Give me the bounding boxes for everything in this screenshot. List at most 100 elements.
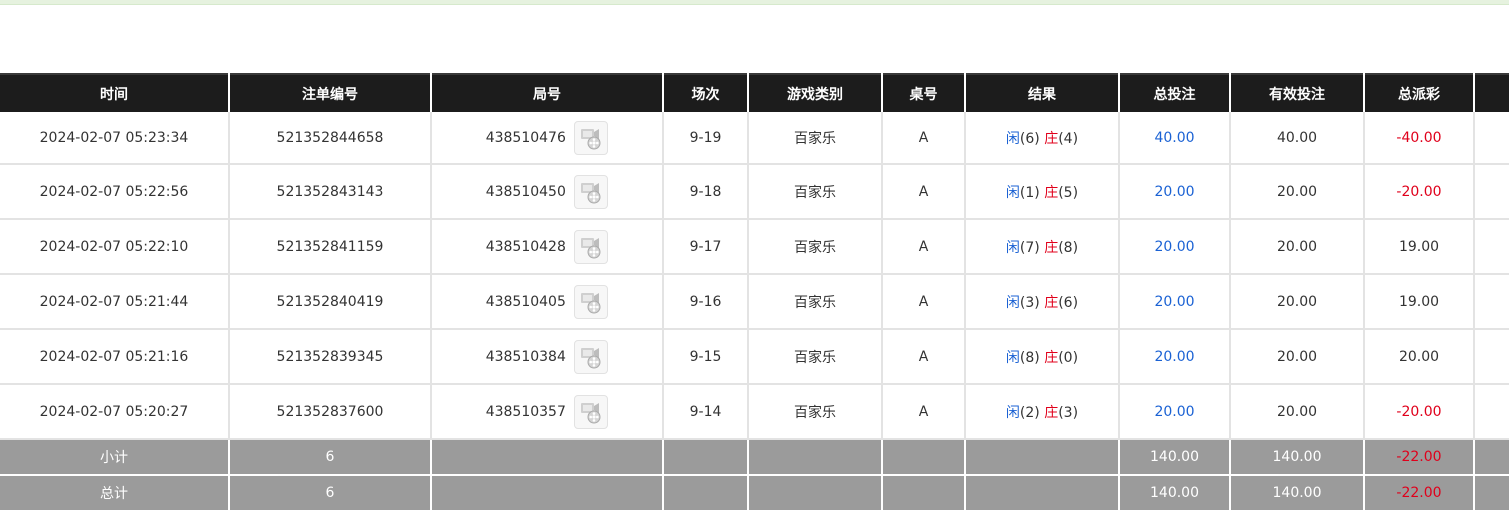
- video-replay-icon[interactable]: [574, 394, 609, 429]
- header-game-type: 游戏类别: [748, 73, 883, 112]
- cell-result: 闲(1) 庄(5): [965, 164, 1120, 220]
- table-row: 2024-02-07 05:22:10 521352841159 4385104…: [0, 219, 1509, 275]
- grand-total-empty: [1474, 475, 1509, 512]
- result-banker-label: 庄: [1044, 349, 1059, 366]
- subtotal-empty: [663, 439, 749, 476]
- cell-bet-id: 521352843143: [229, 164, 432, 220]
- subtotal-total-bet: 140.00: [1119, 439, 1231, 476]
- subtotal-row: 小计 6 140.00 140.00 -22.00: [0, 439, 1509, 476]
- cell-extra: [1474, 329, 1509, 385]
- cell-valid-bet: 20.00: [1230, 274, 1365, 330]
- video-replay-icon-graphic: [581, 237, 601, 258]
- cell-payout: 20.00: [1364, 329, 1475, 385]
- cell-game-type: 百家乐: [748, 274, 883, 330]
- cell-result: 闲(3) 庄(6): [965, 274, 1120, 330]
- cell-game-type: 百家乐: [748, 164, 883, 220]
- round-number: 438510384: [485, 348, 566, 365]
- cell-payout: -20.00: [1364, 164, 1475, 220]
- cell-valid-bet: 20.00: [1230, 384, 1365, 440]
- grand-total-label: 总计: [0, 475, 230, 512]
- header-valid-bet: 有效投注: [1230, 73, 1365, 112]
- cell-valid-bet: 20.00: [1230, 164, 1365, 220]
- grand-total-empty: [431, 475, 664, 512]
- video-replay-icon[interactable]: [574, 120, 609, 155]
- cell-time: 2024-02-07 05:23:34: [0, 112, 230, 165]
- grand-total-total-bet: 140.00: [1119, 475, 1231, 512]
- video-replay-icon-graphic: [581, 292, 601, 313]
- subtotal-empty: [965, 439, 1120, 476]
- video-replay-icon[interactable]: [574, 284, 609, 319]
- cell-bet-id: 521352841159: [229, 219, 432, 275]
- cell-shoe: 9-15: [663, 329, 749, 385]
- cell-round: 438510357: [431, 384, 664, 440]
- grand-total-empty: [748, 475, 883, 512]
- result-player-label: 闲: [1005, 404, 1020, 421]
- cell-payout: -20.00: [1364, 384, 1475, 440]
- grand-total-row: 总计 6 140.00 140.00 -22.00: [0, 475, 1509, 512]
- table-row: 2024-02-07 05:21:44 521352840419 4385104…: [0, 274, 1509, 330]
- cell-bet-id: 521352839345: [229, 329, 432, 385]
- cell-table-no: A: [882, 329, 966, 385]
- cell-total-bet: 20.00: [1119, 164, 1231, 220]
- cell-extra: [1474, 219, 1509, 275]
- cell-extra: [1474, 274, 1509, 330]
- result-player-score: (8): [1019, 349, 1040, 366]
- cell-total-bet: 20.00: [1119, 329, 1231, 385]
- grand-total-valid-bet: 140.00: [1230, 475, 1365, 512]
- round-number: 438510428: [485, 238, 566, 255]
- result-banker-label: 庄: [1044, 239, 1059, 256]
- video-replay-icon[interactable]: [574, 229, 609, 264]
- table-row: 2024-02-07 05:22:56 521352843143 4385104…: [0, 164, 1509, 220]
- cell-shoe: 9-14: [663, 384, 749, 440]
- result-player-label: 闲: [1005, 294, 1020, 311]
- cell-valid-bet: 20.00: [1230, 219, 1365, 275]
- result-player-score: (7): [1019, 239, 1040, 256]
- cell-payout: -40.00: [1364, 112, 1475, 165]
- subtotal-empty: [1474, 439, 1509, 476]
- cell-extra: [1474, 384, 1509, 440]
- cell-shoe: 9-16: [663, 274, 749, 330]
- cell-total-bet: 20.00: [1119, 274, 1231, 330]
- header-total-bet: 总投注: [1119, 73, 1231, 112]
- cell-time: 2024-02-07 05:22:56: [0, 164, 230, 220]
- subtotal-empty: [882, 439, 966, 476]
- result-player-score: (6): [1019, 130, 1040, 147]
- result-banker-label: 庄: [1044, 404, 1059, 421]
- header-time: 时间: [0, 73, 230, 112]
- header-table-no: 桌号: [882, 73, 966, 112]
- result-player-label: 闲: [1005, 239, 1020, 256]
- cell-payout: 19.00: [1364, 219, 1475, 275]
- cell-result: 闲(7) 庄(8): [965, 219, 1120, 275]
- round-number: 438510450: [485, 183, 566, 200]
- table-row: 2024-02-07 05:23:34 521352844658 4385104…: [0, 112, 1509, 165]
- result-player-label: 闲: [1005, 349, 1020, 366]
- result-player-score: (2): [1019, 404, 1040, 421]
- result-banker-label: 庄: [1044, 130, 1059, 147]
- table-row: 2024-02-07 05:21:16 521352839345 4385103…: [0, 329, 1509, 385]
- header-bet-id: 注单编号: [229, 73, 432, 112]
- header-extra: [1474, 73, 1509, 112]
- video-replay-icon-graphic: [581, 347, 601, 368]
- cell-table-no: A: [882, 164, 966, 220]
- cell-extra: [1474, 164, 1509, 220]
- header-row: 时间 注单编号 局号 场次 游戏类别 桌号 结果 总投注 有效投注 总派彩: [0, 73, 1509, 112]
- video-replay-icon[interactable]: [574, 339, 609, 374]
- cell-shoe: 9-18: [663, 164, 749, 220]
- subtotal-payout: -22.00: [1364, 439, 1475, 476]
- cell-result: 闲(8) 庄(0): [965, 329, 1120, 385]
- cell-result: 闲(6) 庄(4): [965, 112, 1120, 165]
- bet-records-table: 时间 注单编号 局号 场次 游戏类别 桌号 结果 总投注 有效投注 总派彩 20…: [0, 73, 1509, 512]
- cell-table-no: A: [882, 219, 966, 275]
- round-number: 438510405: [485, 293, 566, 310]
- header-round: 局号: [431, 73, 664, 112]
- subtotal-empty: [431, 439, 664, 476]
- cell-game-type: 百家乐: [748, 112, 883, 165]
- result-player-score: (3): [1019, 294, 1040, 311]
- header-shoe: 场次: [663, 73, 749, 112]
- video-replay-icon[interactable]: [574, 174, 609, 209]
- cell-total-bet: 20.00: [1119, 384, 1231, 440]
- cell-round: 438510384: [431, 329, 664, 385]
- result-player-score: (1): [1019, 184, 1040, 201]
- cell-time: 2024-02-07 05:20:27: [0, 384, 230, 440]
- grand-total-empty: [882, 475, 966, 512]
